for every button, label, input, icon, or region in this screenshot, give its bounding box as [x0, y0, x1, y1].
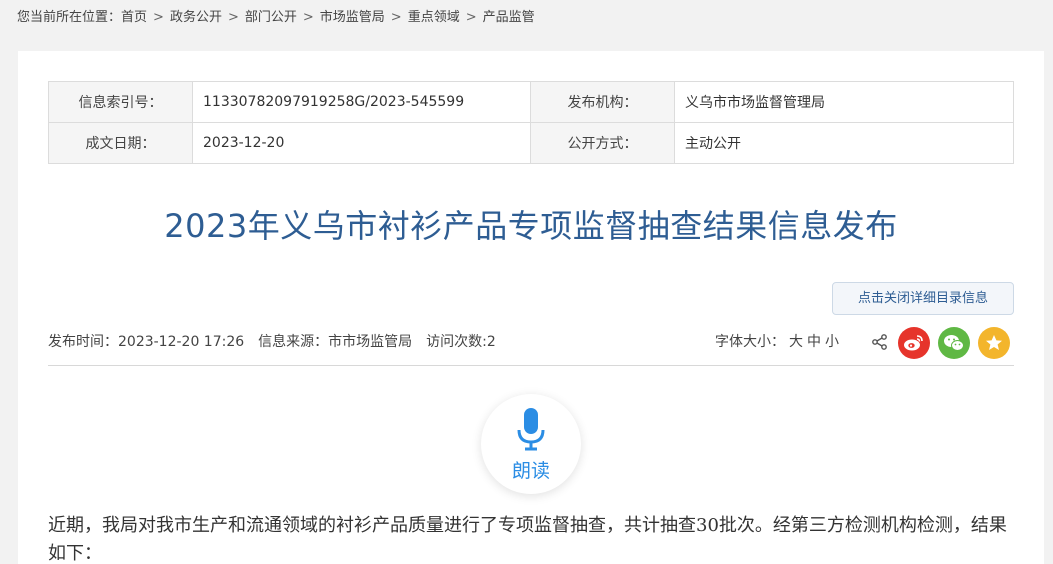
index-label: 信息索引号：	[48, 81, 193, 123]
read-aloud-button[interactable]: 朗读	[481, 394, 581, 494]
breadcrumb: 您当前所在位置：首页 > 政务公开 > 部门公开 > 市场监管局 > 重点领域 > 产品监管	[17, 6, 535, 25]
breadcrumb-separator: >	[302, 10, 314, 25]
breadcrumb-separator: >	[465, 10, 477, 25]
info-row: 成文日期： 2023-12-20 公开方式： 主动公开	[48, 122, 1014, 164]
date-value: 2023-12-20	[192, 122, 531, 164]
font-size-medium[interactable]: 中	[807, 334, 821, 350]
weibo-icon	[904, 335, 923, 351]
mode-value: 主动公开	[674, 122, 1014, 164]
star-icon	[986, 335, 1002, 350]
date-label: 成文日期：	[48, 122, 193, 164]
breadcrumb-product-supervision[interactable]: 产品监管	[483, 10, 535, 25]
page-title: 2023年义乌市衬衫产品专项监督抽查结果信息发布	[164, 207, 898, 245]
favorite-button[interactable]	[978, 327, 1010, 359]
publish-time: 发布时间：2023-12-20 17:26	[48, 334, 245, 350]
visit-count: 访问次数:2	[426, 334, 496, 350]
breadcrumb-label: 您当前所在位置：	[17, 10, 122, 25]
breadcrumb-separator: >	[227, 10, 239, 25]
info-source: 信息来源：市市场监管局	[258, 334, 413, 350]
org-label: 发布机构：	[530, 81, 675, 123]
content-panel: 信息索引号： 11330782097919258G/2023-545599 发布…	[18, 51, 1044, 564]
breadcrumb-separator: >	[390, 10, 402, 25]
breadcrumb-market-bureau[interactable]: 市场监管局	[320, 10, 385, 25]
wechat-share-button[interactable]	[938, 327, 970, 359]
org-value: 义乌市市场监督管理局	[674, 81, 1014, 123]
breadcrumb-key-areas[interactable]: 重点领域	[408, 10, 460, 25]
info-table: 信息索引号： 11330782097919258G/2023-545599 发布…	[48, 81, 1014, 164]
index-value: 11330782097919258G/2023-545599	[192, 81, 531, 123]
divider	[48, 365, 1014, 366]
article-body: 近期，我局对我市生产和流通领域的衬衫产品质量进行了专项监督抽查，共计抽查30批次…	[48, 515, 1007, 564]
mode-label: 公开方式：	[530, 122, 675, 164]
info-row: 信息索引号： 11330782097919258G/2023-545599 发布…	[48, 81, 1014, 123]
breadcrumb-home[interactable]: 首页	[121, 10, 147, 25]
breadcrumb-separator: >	[153, 10, 164, 25]
read-aloud-label: 朗读	[511, 460, 550, 482]
font-size-small[interactable]: 小	[825, 334, 839, 350]
toggle-detail-button[interactable]: 点击关闭详细目录信息	[832, 282, 1014, 315]
share-icon[interactable]	[871, 333, 889, 351]
font-size-large[interactable]: 大	[789, 334, 803, 350]
breadcrumb-gov-affairs[interactable]: 政务公开	[170, 10, 222, 25]
font-size-label: 字体大小：	[715, 334, 785, 350]
font-size-control: 字体大小：大中小	[715, 331, 839, 351]
article-info-bar: 发布时间：2023-12-20 17:26 信息来源：市市场监管局 访问次数:2	[48, 331, 510, 351]
wechat-icon	[944, 335, 964, 351]
microphone-icon	[517, 408, 545, 451]
weibo-share-button[interactable]	[898, 327, 930, 359]
breadcrumb-dept-public[interactable]: 部门公开	[245, 10, 297, 25]
